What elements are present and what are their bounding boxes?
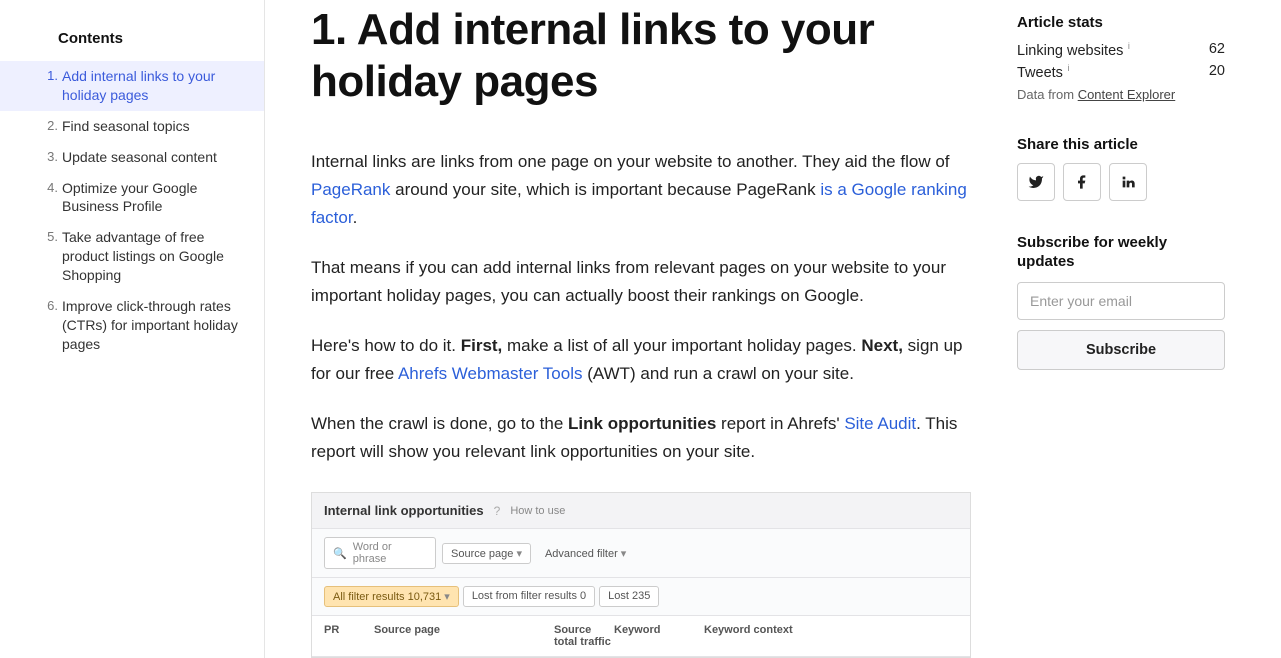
tab-all-results: All filter results 10,731 bbox=[324, 586, 459, 607]
toc-label: Update seasonal content bbox=[62, 148, 248, 167]
screenshot-header: Internal link opportunities ? How to use bbox=[312, 493, 970, 529]
info-icon: i bbox=[1125, 41, 1130, 51]
paragraph: Internal links are links from one page o… bbox=[311, 148, 971, 232]
toc-heading: Contents bbox=[0, 30, 264, 61]
subscribe-heading: Subscribe for weekly updates bbox=[1017, 233, 1225, 272]
share-linkedin-button[interactable] bbox=[1109, 163, 1147, 201]
article-main: 1. Add internal links to your holiday pa… bbox=[265, 0, 1017, 658]
screenshot-title: Internal link opportunities bbox=[324, 503, 484, 518]
data-source: Data from Content Explorer bbox=[1017, 87, 1225, 102]
right-sidebar: Article stats Linking websites i 62 Twee… bbox=[1017, 0, 1281, 658]
screenshot-tabs: All filter results 10,731 Lost from filt… bbox=[312, 578, 970, 616]
twitter-icon bbox=[1028, 174, 1044, 190]
tab-lost-filter: Lost from filter results 0 bbox=[463, 586, 595, 607]
share-facebook-button[interactable] bbox=[1063, 163, 1101, 201]
filter-advanced: Advanced filter bbox=[537, 544, 634, 563]
search-input-mock: 🔍 Word or phrase bbox=[324, 537, 436, 569]
toc-label: Optimize your Google Business Profile bbox=[62, 179, 248, 217]
col-pr: PR bbox=[324, 624, 374, 648]
stat-linking-websites: Linking websites i 62 bbox=[1017, 41, 1225, 59]
share-heading: Share this article bbox=[1017, 136, 1225, 153]
stat-value: 20 bbox=[1209, 63, 1225, 81]
screenshot-help: How to use bbox=[510, 505, 565, 517]
toc-item-2[interactable]: 2. Find seasonal topics bbox=[0, 111, 264, 142]
stat-value: 62 bbox=[1209, 41, 1225, 59]
col-traffic: Source total traffic bbox=[554, 624, 614, 648]
article-body: Internal links are links from one page o… bbox=[311, 148, 971, 658]
help-icon: ? bbox=[494, 504, 501, 518]
paragraph: That means if you can add internal links… bbox=[311, 254, 971, 310]
toc-item-5[interactable]: 5. Take advantage of free product listin… bbox=[0, 222, 264, 291]
search-icon: 🔍 bbox=[333, 547, 347, 560]
toc-label: Find seasonal topics bbox=[62, 117, 248, 136]
toc-num: 6. bbox=[42, 297, 58, 354]
screenshot-columns: PR Source page Source total traffic Keyw… bbox=[312, 616, 970, 657]
toc-item-4[interactable]: 4. Optimize your Google Business Profile bbox=[0, 173, 264, 223]
toc-num: 2. bbox=[42, 117, 58, 136]
link-pagerank[interactable]: PageRank bbox=[311, 180, 390, 199]
toc-num: 3. bbox=[42, 148, 58, 167]
article-stats: Article stats Linking websites i 62 Twee… bbox=[1017, 14, 1225, 102]
toc-item-1[interactable]: 1. Add internal links to your holiday pa… bbox=[0, 61, 264, 111]
subscribe-button[interactable]: Subscribe bbox=[1017, 330, 1225, 370]
table-of-contents: Contents 1. Add internal links to your h… bbox=[0, 0, 265, 658]
link-site-audit[interactable]: Site Audit bbox=[844, 414, 916, 433]
stats-heading: Article stats bbox=[1017, 14, 1225, 31]
col-source: Source page bbox=[374, 624, 554, 648]
email-input[interactable] bbox=[1017, 282, 1225, 320]
share-twitter-button[interactable] bbox=[1017, 163, 1055, 201]
toc-num: 5. bbox=[42, 228, 58, 285]
toc-list: 1. Add internal links to your holiday pa… bbox=[0, 61, 264, 360]
toc-item-3[interactable]: 3. Update seasonal content bbox=[0, 142, 264, 173]
col-context: Keyword context bbox=[704, 624, 958, 648]
linkedin-icon bbox=[1120, 174, 1136, 190]
toc-item-6[interactable]: 6. Improve click-through rates (CTRs) fo… bbox=[0, 291, 264, 360]
info-icon: i bbox=[1065, 63, 1070, 73]
toc-num: 1. bbox=[42, 67, 58, 105]
screenshot-filters: 🔍 Word or phrase Source page Advanced fi… bbox=[312, 529, 970, 578]
toc-num: 4. bbox=[42, 179, 58, 217]
link-awt[interactable]: Ahrefs Webmaster Tools bbox=[398, 364, 583, 383]
stat-tweets: Tweets i 20 bbox=[1017, 63, 1225, 81]
toc-label: Take advantage of free product listings … bbox=[62, 228, 248, 285]
toc-label: Add internal links to your holiday pages bbox=[62, 67, 248, 105]
paragraph: Here's how to do it. First, make a list … bbox=[311, 332, 971, 388]
col-keyword: Keyword bbox=[614, 624, 704, 648]
share-buttons bbox=[1017, 163, 1225, 201]
facebook-icon bbox=[1074, 174, 1090, 190]
tab-lost: Lost 235 bbox=[599, 586, 659, 607]
paragraph: When the crawl is done, go to the Link o… bbox=[311, 410, 971, 466]
article-title: 1. Add internal links to your holiday pa… bbox=[311, 0, 971, 108]
filter-source-page: Source page bbox=[442, 543, 531, 564]
link-content-explorer[interactable]: Content Explorer bbox=[1078, 87, 1176, 102]
embedded-screenshot: Internal link opportunities ? How to use… bbox=[311, 492, 971, 658]
toc-label: Improve click-through rates (CTRs) for i… bbox=[62, 297, 248, 354]
